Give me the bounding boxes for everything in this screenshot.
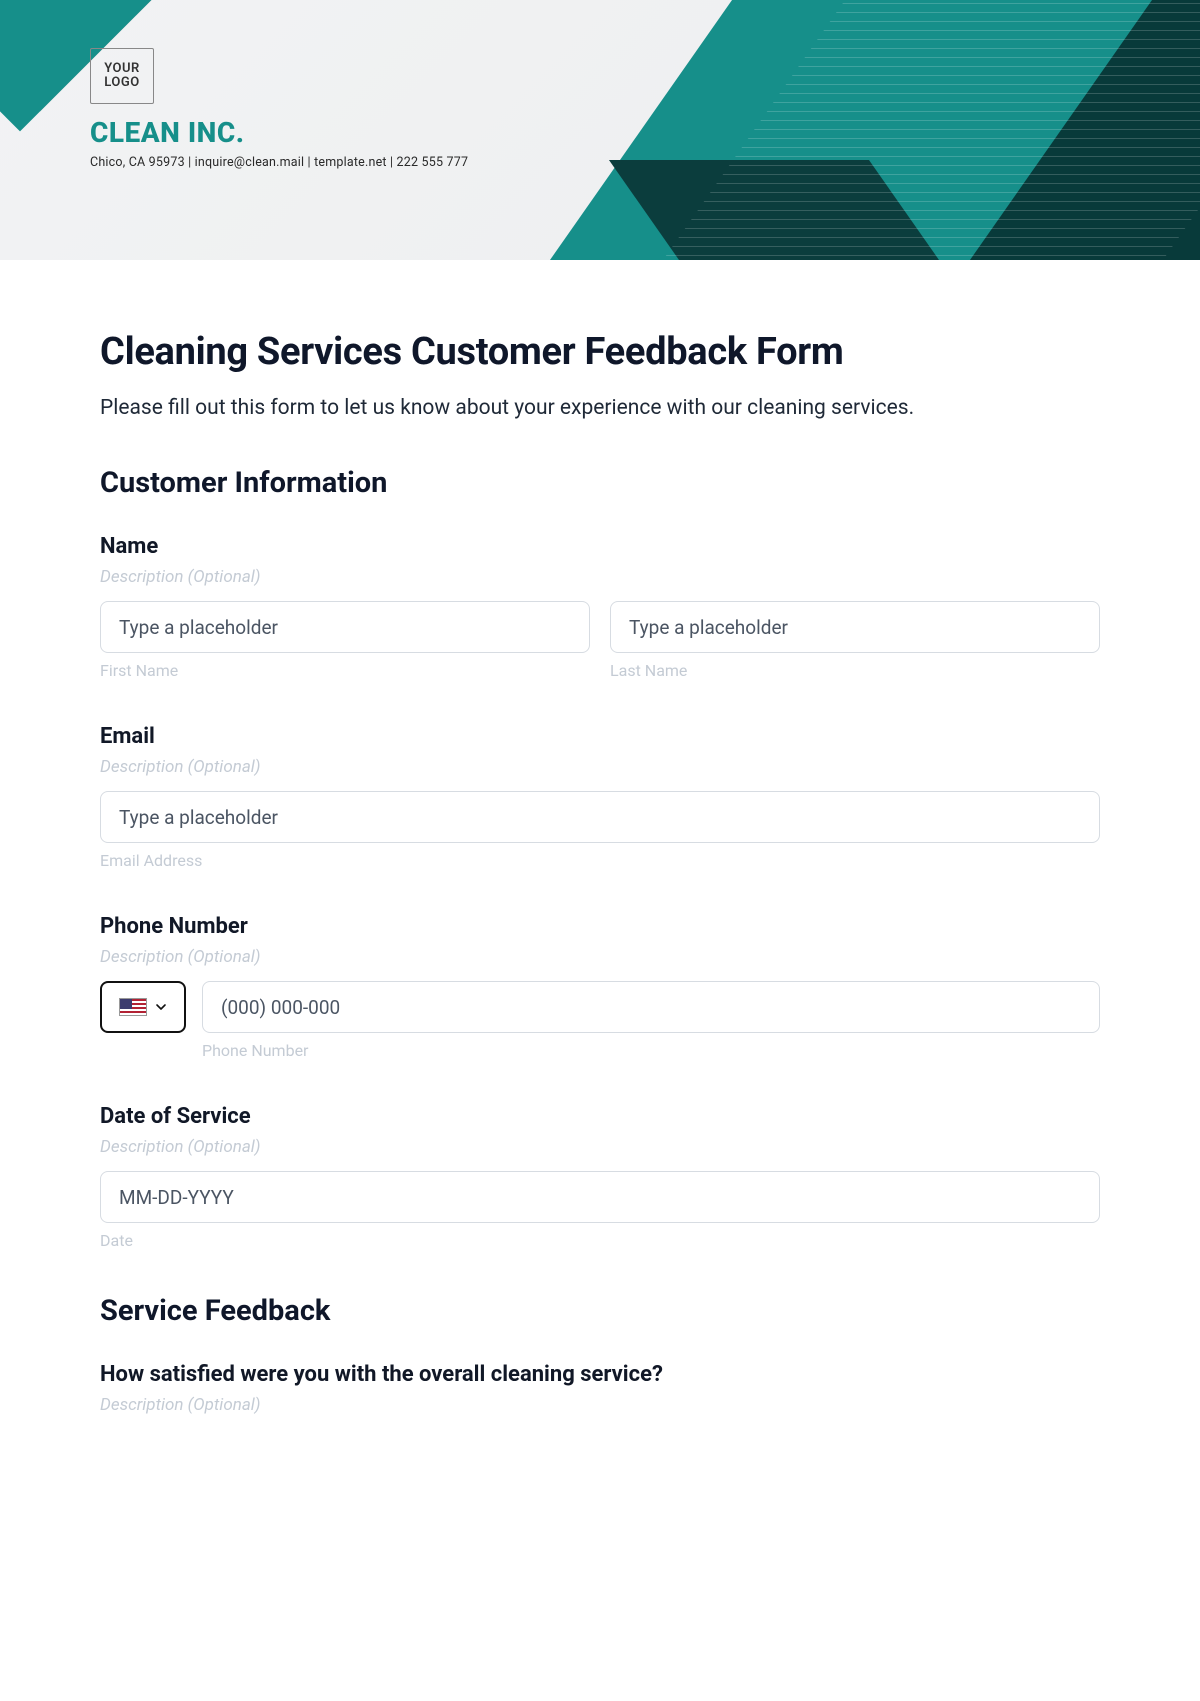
email-placeholder: Type a placeholder xyxy=(119,806,278,829)
form-title: Cleaning Services Customer Feedback Form xyxy=(100,330,1100,374)
field-name: Name Description (Optional) Type a place… xyxy=(100,534,1100,680)
date-input[interactable]: MM-DD-YYYY xyxy=(100,1171,1100,1223)
last-name-placeholder: Type a placeholder xyxy=(629,616,788,639)
first-name-sublabel: First Name xyxy=(100,661,590,680)
email-sublabel: Email Address xyxy=(100,851,1100,870)
brand-block: YOUR LOGO CLEAN INC. Chico, CA 95973 | i… xyxy=(90,48,468,170)
section-heading-service-feedback: Service Feedback xyxy=(100,1294,1100,1328)
field-date: Date of Service Description (Optional) M… xyxy=(100,1104,1100,1250)
field-phone: Phone Number Description (Optional) xyxy=(100,914,1100,1060)
logo-placeholder: YOUR LOGO xyxy=(90,48,154,104)
field-email: Email Description (Optional) Type a plac… xyxy=(100,724,1100,870)
company-name: CLEAN INC. xyxy=(90,116,468,149)
field-desc-phone: Description (Optional) xyxy=(100,947,1100,967)
phone-input[interactable]: (000) 000-000 xyxy=(202,981,1100,1033)
logo-text: YOUR LOGO xyxy=(104,62,140,89)
field-desc-date: Description (Optional) xyxy=(100,1137,1100,1157)
field-label-email: Email xyxy=(100,724,1100,749)
field-desc-email: Description (Optional) xyxy=(100,757,1100,777)
last-name-input[interactable]: Type a placeholder xyxy=(610,601,1100,653)
header-banner: YOUR LOGO CLEAN INC. Chico, CA 95973 | i… xyxy=(0,0,1200,260)
last-name-sublabel: Last Name xyxy=(610,661,1100,680)
form-intro: Please fill out this form to let us know… xyxy=(100,396,1100,420)
date-sublabel: Date xyxy=(100,1231,1100,1250)
section-heading-customer-info: Customer Information xyxy=(100,466,1100,500)
field-desc-satisfaction: Description (Optional) xyxy=(100,1395,1100,1415)
first-name-input[interactable]: Type a placeholder xyxy=(100,601,590,653)
email-input[interactable]: Type a placeholder xyxy=(100,791,1100,843)
field-label-satisfaction: How satisfied were you with the overall … xyxy=(100,1362,1100,1387)
company-contact-line: Chico, CA 95973 | inquire@clean.mail | t… xyxy=(90,155,468,170)
phone-sublabel: Phone Number xyxy=(202,1041,1100,1060)
chevron-down-icon xyxy=(155,1001,167,1013)
field-label-phone: Phone Number xyxy=(100,914,1100,939)
first-name-placeholder: Type a placeholder xyxy=(119,616,278,639)
phone-placeholder: (000) 000-000 xyxy=(221,996,340,1019)
form-body: Cleaning Services Customer Feedback Form… xyxy=(0,260,1200,1469)
field-label-name: Name xyxy=(100,534,1100,559)
date-placeholder: MM-DD-YYYY xyxy=(119,1186,234,1209)
field-desc-name: Description (Optional) xyxy=(100,567,1100,587)
country-code-select[interactable] xyxy=(100,981,186,1033)
field-label-date: Date of Service xyxy=(100,1104,1100,1129)
field-satisfaction: How satisfied were you with the overall … xyxy=(100,1362,1100,1415)
us-flag-icon xyxy=(119,998,147,1016)
